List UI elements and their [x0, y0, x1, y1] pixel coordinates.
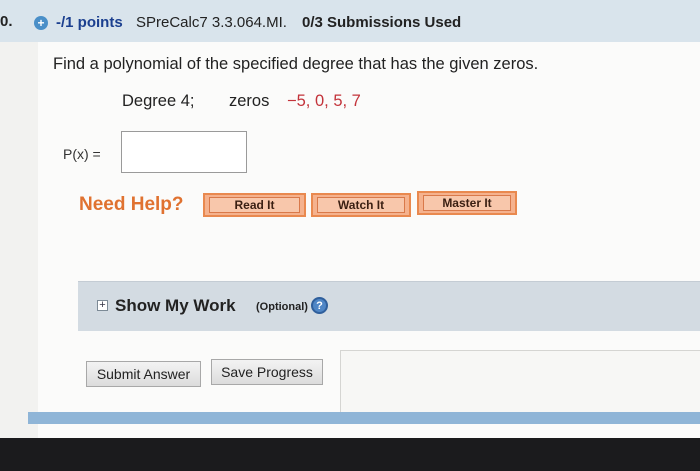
help-question-icon[interactable]: ?: [311, 297, 328, 314]
zeros-label: zeros: [229, 92, 270, 110]
submissions-used: 0/3 Submissions Used: [302, 14, 462, 31]
next-question-bar: [28, 412, 700, 424]
optional-label: (Optional): [256, 301, 308, 313]
submit-answer-button[interactable]: Submit Answer: [86, 361, 201, 387]
master-it-label: Master It: [422, 195, 512, 211]
plus-circle-icon[interactable]: +: [34, 16, 48, 30]
read-it-label: Read It: [208, 197, 301, 213]
read-it-button[interactable]: Read It: [203, 193, 306, 217]
points-label: -/1 points: [56, 14, 123, 31]
question-prompt: Find a polynomial of the specified degre…: [53, 55, 539, 73]
degree-label: Degree 4;: [122, 92, 195, 110]
submit-panel: [340, 350, 700, 413]
need-help-label: Need Help?: [79, 194, 184, 215]
assignment-id: SPreCalc7 3.3.064.MI.: [136, 14, 287, 31]
answer-label: P(x) =: [63, 146, 101, 162]
show-my-work-label[interactable]: Show My Work: [115, 296, 236, 316]
master-it-button[interactable]: Master It: [417, 191, 517, 215]
watch-it-label: Watch It: [316, 197, 406, 213]
save-progress-button[interactable]: Save Progress: [211, 359, 323, 385]
watch-it-button[interactable]: Watch It: [311, 193, 411, 217]
answer-input[interactable]: [121, 131, 247, 173]
zeros-values: −5, 0, 5, 7: [287, 92, 361, 110]
question-number: 0.: [0, 13, 13, 30]
expand-icon[interactable]: +: [97, 300, 108, 311]
